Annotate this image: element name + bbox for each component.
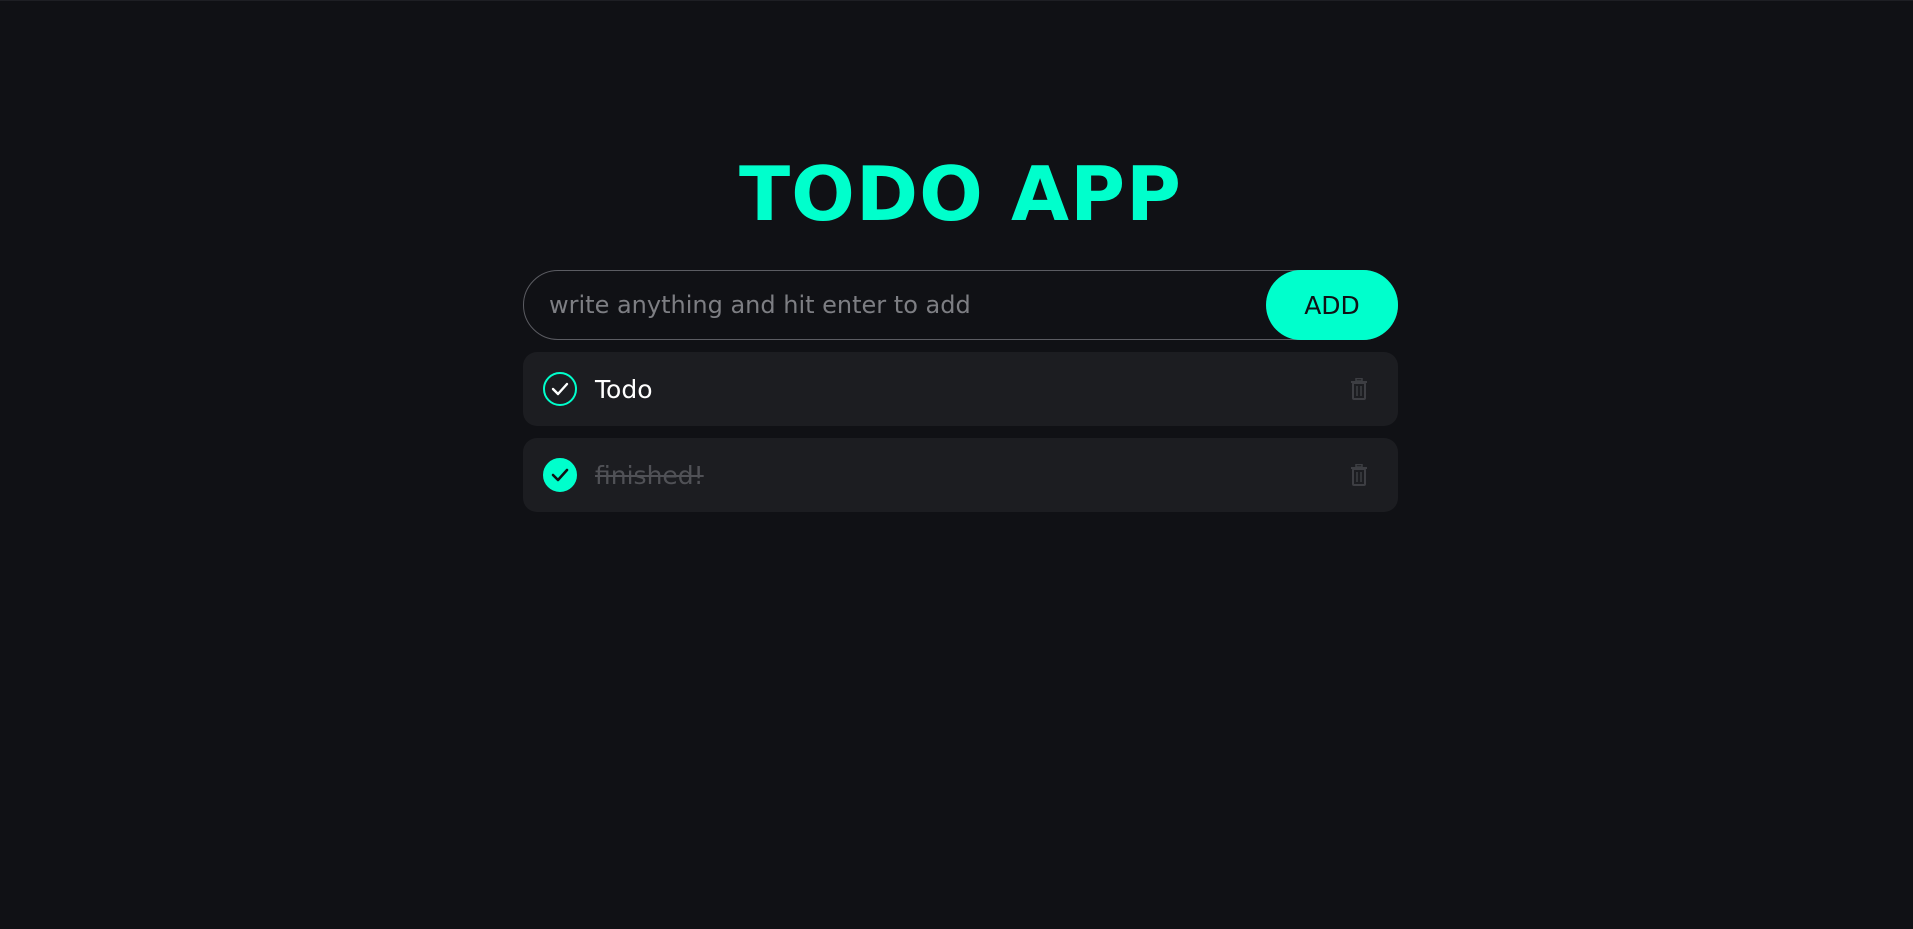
check-circle-icon[interactable]	[543, 372, 577, 406]
add-todo-form: ADD	[523, 270, 1398, 340]
check-circle-icon[interactable]	[543, 458, 577, 492]
trash-icon[interactable]	[1348, 462, 1370, 488]
todo-list: Todo finished!	[523, 352, 1398, 524]
add-button[interactable]: ADD	[1266, 270, 1398, 340]
todo-text: finished!	[595, 460, 704, 490]
list-item: finished!	[523, 438, 1398, 512]
trash-icon[interactable]	[1348, 376, 1370, 402]
list-item: Todo	[523, 352, 1398, 426]
app-title: TODO APP	[738, 150, 1183, 238]
todo-text: Todo	[595, 374, 653, 404]
